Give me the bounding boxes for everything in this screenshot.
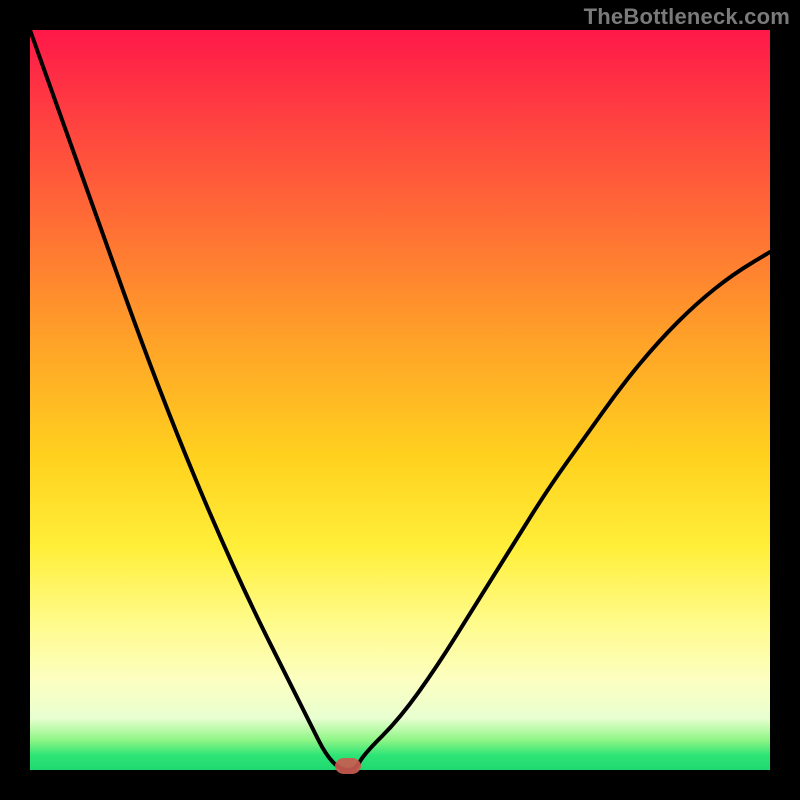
curve-path bbox=[30, 30, 770, 770]
optimum-marker bbox=[335, 758, 361, 774]
chart-frame: TheBottleneck.com bbox=[0, 0, 800, 800]
bottleneck-curve bbox=[30, 30, 770, 770]
watermark-text: TheBottleneck.com bbox=[584, 4, 790, 30]
plot-area bbox=[30, 30, 770, 770]
